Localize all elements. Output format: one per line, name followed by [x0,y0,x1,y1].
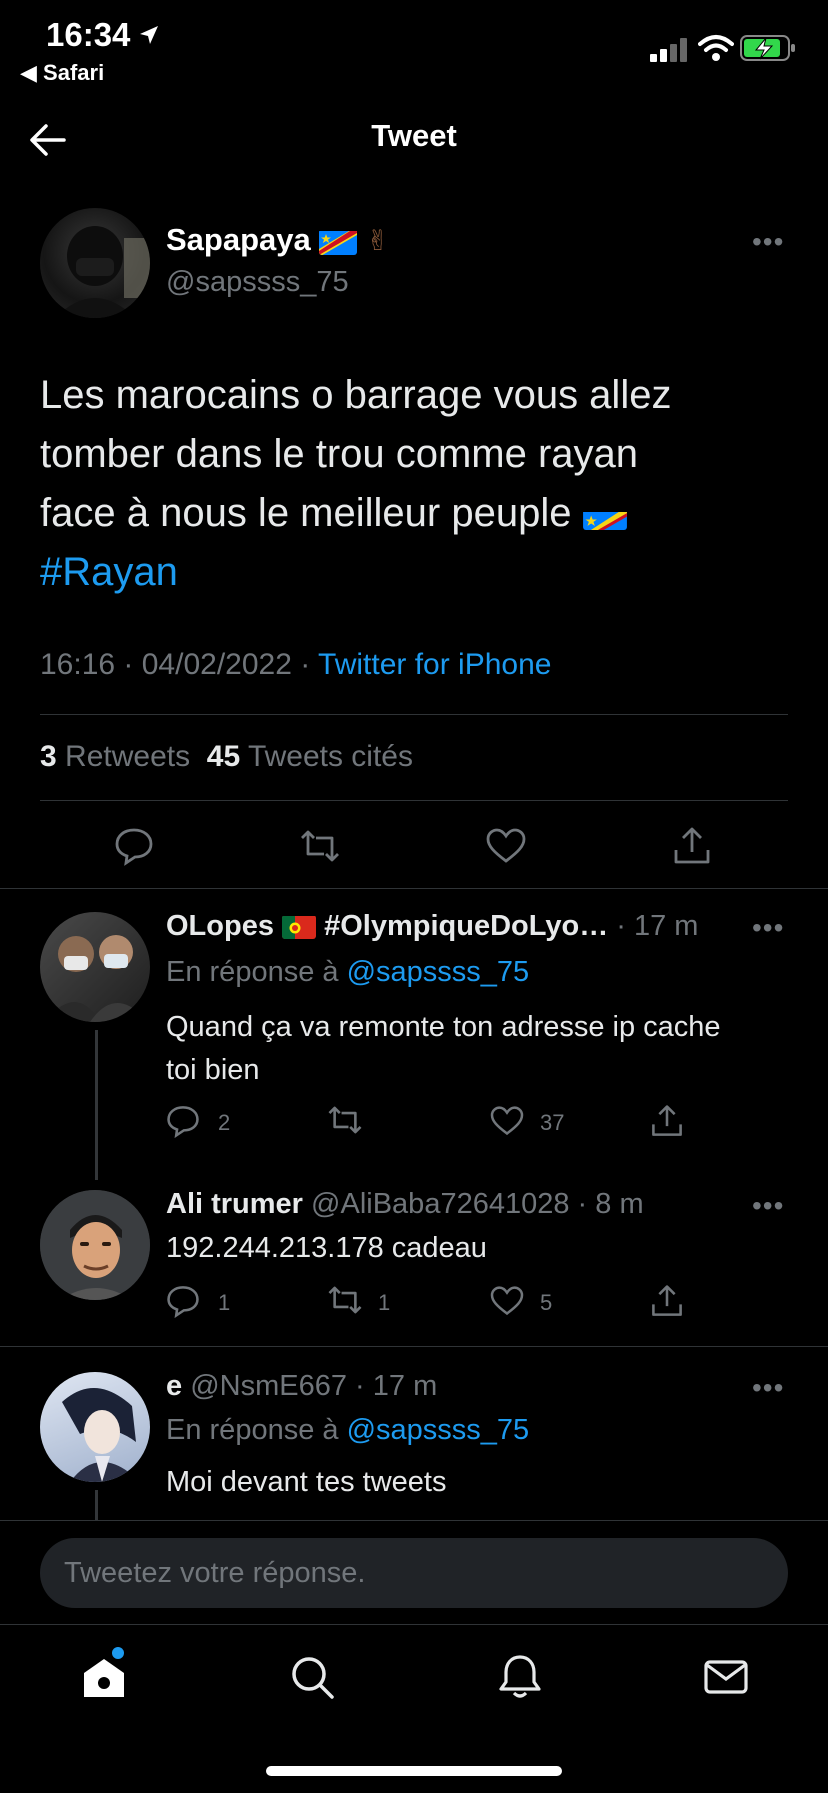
reply-composer [40,1538,788,1608]
reply-author-avatar[interactable] [40,912,150,1022]
cellular-signal-icon [650,38,687,62]
reply-author-avatar[interactable] [40,1190,150,1300]
tweet-text: Les marocains o barrage vous allez tombe… [40,366,800,602]
reply-icon[interactable] [166,1284,200,1318]
status-time: 16:34 [46,16,131,53]
more-options-icon[interactable]: ••• [752,226,784,258]
reply-author-handle[interactable]: @AliBaba72641028 [311,1188,569,1220]
thread-line [95,1490,98,1520]
envelope-icon [704,1660,748,1694]
author-name[interactable]: Sapapaya ✌ [166,222,389,258]
divider [0,888,828,889]
reply-to-handle-link[interactable]: @sapssss_75 [347,1414,530,1446]
author-avatar[interactable] [40,208,150,318]
reply-actions: 1 1 5 [166,1284,786,1320]
reply-actions: 2 37 [166,1104,786,1140]
portugal-flag-icon [282,915,317,940]
retweet-icon[interactable] [298,828,342,864]
tweet-source-link[interactable]: Twitter for iPhone [318,648,551,681]
share-icon[interactable] [650,1284,684,1318]
reply-author-name[interactable]: Ali trumer [166,1188,303,1220]
in-reply-to: En réponse à @sapssss_75 [166,956,530,988]
tab-home[interactable] [80,1647,128,1701]
bell-icon [499,1655,541,1698]
in-reply-to: En réponse à @sapssss_75 [166,1414,530,1446]
location-arrow-icon [140,26,158,44]
reply-input[interactable] [40,1538,788,1608]
tweet-timestamp: 16:16 · 04/02/2022 · Twitter for iPhone [40,648,552,681]
tab-messages[interactable] [702,1653,750,1701]
avatar-anime-character-icon [62,1387,140,1482]
home-indicator [266,1766,562,1776]
hashtag-link[interactable]: #Rayan [40,543,800,602]
drc-flag-icon [319,228,358,255]
divider [40,714,788,715]
wifi-icon [698,35,734,61]
notification-dot [112,1647,124,1659]
thread-line [95,1030,98,1180]
reply-header: OLopes #OlympiqueDoLyo… · 17 m [166,910,699,942]
retweet-icon[interactable] [326,1284,364,1316]
reply-more-options-icon[interactable]: ••• [752,1190,784,1222]
author-handle[interactable]: @sapssss_75 [166,266,349,299]
like-heart-icon[interactable] [490,1286,524,1316]
share-icon[interactable] [650,1104,684,1138]
search-icon [292,1657,334,1699]
back-to-app-link[interactable]: ◀ Safari [20,60,104,86]
retweet-icon[interactable] [326,1104,364,1136]
reply-author-name[interactable]: e [166,1370,182,1402]
reply-author-avatar[interactable] [40,1372,150,1482]
like-heart-icon[interactable] [486,828,526,864]
reply-icon[interactable] [114,826,154,866]
reply-to-handle-link[interactable]: @sapssss_75 [347,956,530,988]
tab-search[interactable] [288,1653,336,1701]
back-triangle-icon: ◀ [20,60,44,85]
reply-icon[interactable] [166,1104,200,1138]
page-title: Tweet [371,118,457,153]
drc-flag-icon [582,500,627,531]
tab-notifications[interactable] [496,1653,544,1701]
reply-author-handle[interactable]: @NsmE667 [190,1370,347,1402]
avatar-two-people-icon [45,935,148,1022]
reply-text: 192.244.213.178 cadeau [166,1232,487,1264]
battery-charging-icon [740,35,795,61]
quote-tweets-stat[interactable]: 45 Tweets cités [207,740,413,773]
reply-header: e @NsmE667 · 17 m [166,1370,438,1402]
rock-hand-icon: ✌ [366,225,390,256]
divider [40,800,788,801]
reply-text: Quand ça va remonte ton adresse ip cache… [166,1011,721,1086]
reply-header: Ali trumer @AliBaba72641028 · 8 m [166,1188,644,1220]
home-icon [84,1659,124,1697]
reply-more-options-icon[interactable]: ••• [752,1372,784,1404]
avatar-cartoon-face-icon [40,1190,150,1300]
reply-more-options-icon[interactable]: ••• [752,912,784,944]
share-icon[interactable] [672,826,712,866]
like-heart-icon[interactable] [490,1106,524,1136]
reply-author-name[interactable]: OLopes [166,910,274,942]
retweets-stat[interactable]: 3 Retweets [40,740,190,773]
reply-text: Moi devant tes tweets [166,1466,447,1498]
tweet-stats: 3 Retweets 45 Tweets cités [40,740,413,774]
avatar-figure-icon [55,226,150,318]
divider [0,1346,828,1347]
